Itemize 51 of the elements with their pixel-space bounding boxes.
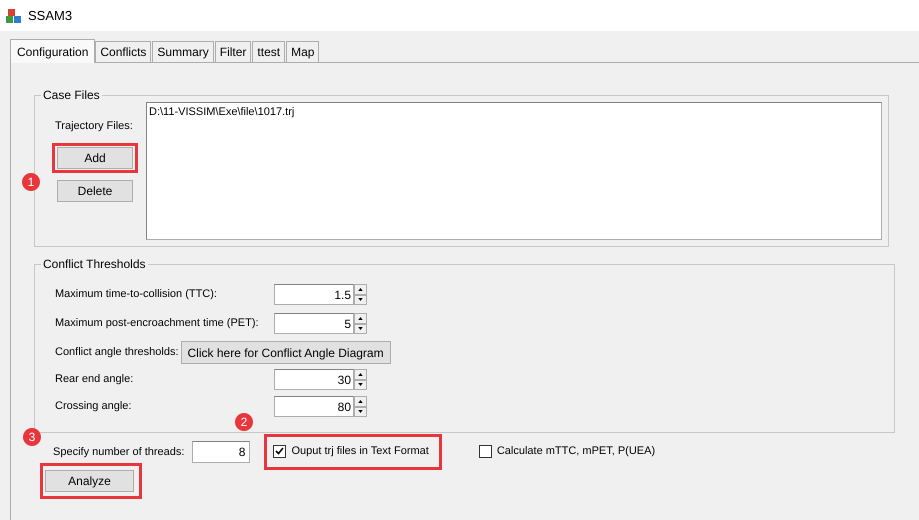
up-arrow-icon — [358, 372, 363, 376]
down-arrow-icon — [358, 298, 363, 302]
app-icon — [6, 8, 22, 24]
spin-field[interactable]: 30 — [274, 369, 354, 390]
checkbox[interactable] — [478, 444, 492, 458]
down-arrow-icon — [358, 383, 363, 386]
step-number: 3 — [23, 428, 41, 446]
up-arrow-icon — [358, 288, 363, 291]
list-item[interactable]: D:\11-VISSIM\Exe\file\1017.trj — [149, 105, 879, 119]
spin-down-button[interactable] — [354, 380, 367, 390]
checkbox-label: Calculate mTTC, mPET, P(UEA) — [496, 444, 656, 459]
spin-up-button[interactable] — [354, 284, 367, 294]
spin-field[interactable]: 5 — [274, 313, 354, 334]
tab[interactable]: Map — [286, 41, 320, 62]
file-list[interactable]: D:\11-VISSIM\Exe\file\1017.trj — [146, 102, 882, 240]
spin-down-button[interactable] — [354, 294, 367, 305]
up-arrow-icon — [358, 316, 363, 320]
down-arrow-icon — [358, 410, 363, 414]
button[interactable]: Click here for Conflict Angle Diagram — [180, 341, 391, 364]
field-label: Maximum time-to-collision (TTC): — [55, 288, 217, 300]
field-label: Crossing angle: — [55, 400, 132, 412]
down-arrow-icon — [358, 327, 363, 330]
field-label: Rear end angle: — [55, 373, 134, 386]
spin-up-button[interactable] — [354, 369, 367, 380]
checkbox-label: Ouput trj files in Text Format — [291, 444, 429, 459]
field-label: Specify number of threads: — [53, 444, 184, 460]
spin-field[interactable]: 80 — [274, 396, 354, 417]
spin-field[interactable]: 1.5 — [274, 284, 354, 305]
group-title: Case Files — [41, 88, 102, 102]
button[interactable]: Add — [57, 146, 133, 168]
group-title: Conflict Thresholds — [41, 257, 148, 271]
text-field[interactable]: 8 — [192, 440, 250, 463]
spin-down-button[interactable] — [354, 324, 367, 334]
spin-up-button[interactable] — [354, 313, 367, 324]
button[interactable]: Analyze — [45, 470, 134, 492]
step-number: 1 — [22, 173, 40, 191]
field-label: Conflict angle thresholds: — [55, 345, 179, 360]
tab[interactable]: Filter — [214, 41, 252, 62]
step-number: 2 — [235, 413, 253, 431]
tab[interactable]: Configuration — [10, 39, 96, 63]
field-label: Trajectory Files: — [54, 119, 134, 134]
tab[interactable]: Conflicts — [95, 41, 152, 62]
window-title: SSAM3 — [28, 6, 72, 25]
spin-up-button[interactable] — [354, 396, 367, 406]
tab[interactable]: Summary — [152, 41, 214, 62]
spin-down-button[interactable] — [354, 406, 367, 417]
button[interactable]: Delete — [57, 180, 133, 202]
up-arrow-icon — [358, 400, 363, 403]
field-label: Maximum post-encroachment time (PET): — [55, 317, 259, 330]
tab[interactable]: ttest — [252, 41, 286, 62]
checkbox[interactable] — [273, 444, 286, 458]
